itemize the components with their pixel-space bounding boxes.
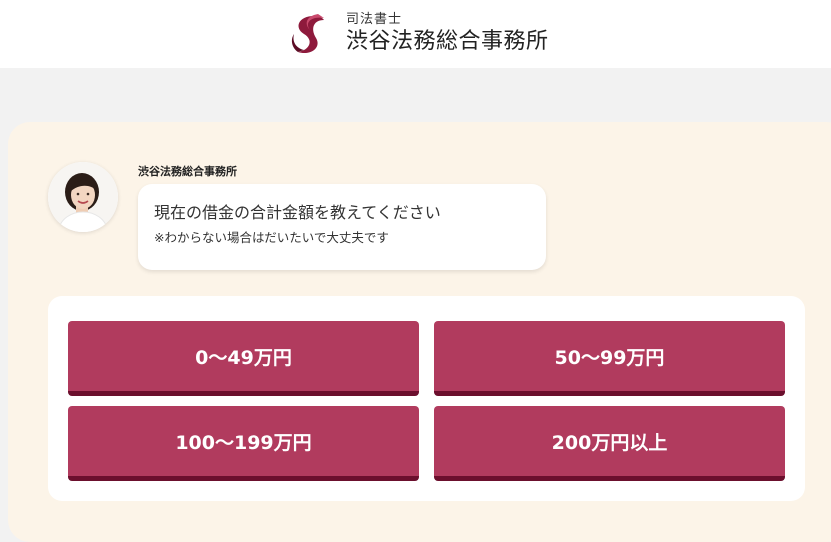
option-100-199-button[interactable]: 100～199万円 — [68, 406, 419, 481]
site-logo[interactable]: 司法書士 渋谷法務総合事務所 — [284, 8, 549, 60]
operator-avatar — [48, 162, 118, 232]
option-200-plus-button[interactable]: 200万円以上 — [434, 406, 785, 481]
site-header: 司法書士 渋谷法務総合事務所 — [0, 0, 831, 68]
logo-subtitle: 司法書士 — [346, 12, 403, 27]
option-50-99-button[interactable]: 50～99万円 — [434, 321, 785, 396]
sender-name: 渋谷法務総合事務所 — [138, 165, 237, 178]
question-text: 現在の借金の合計金額を教えてください — [154, 203, 441, 222]
operator-portrait-icon — [48, 162, 118, 232]
logo-name: 渋谷法務総合事務所 — [346, 29, 549, 54]
logo-mark-icon — [291, 14, 324, 54]
option-0-49-button[interactable]: 0～49万円 — [68, 321, 419, 396]
question-note: ※わからない場合はだいたいで大丈夫です — [154, 230, 389, 245]
question-bubble: 現在の借金の合計金額を教えてください ※わからない場合はだいたいで大丈夫です — [138, 184, 546, 270]
